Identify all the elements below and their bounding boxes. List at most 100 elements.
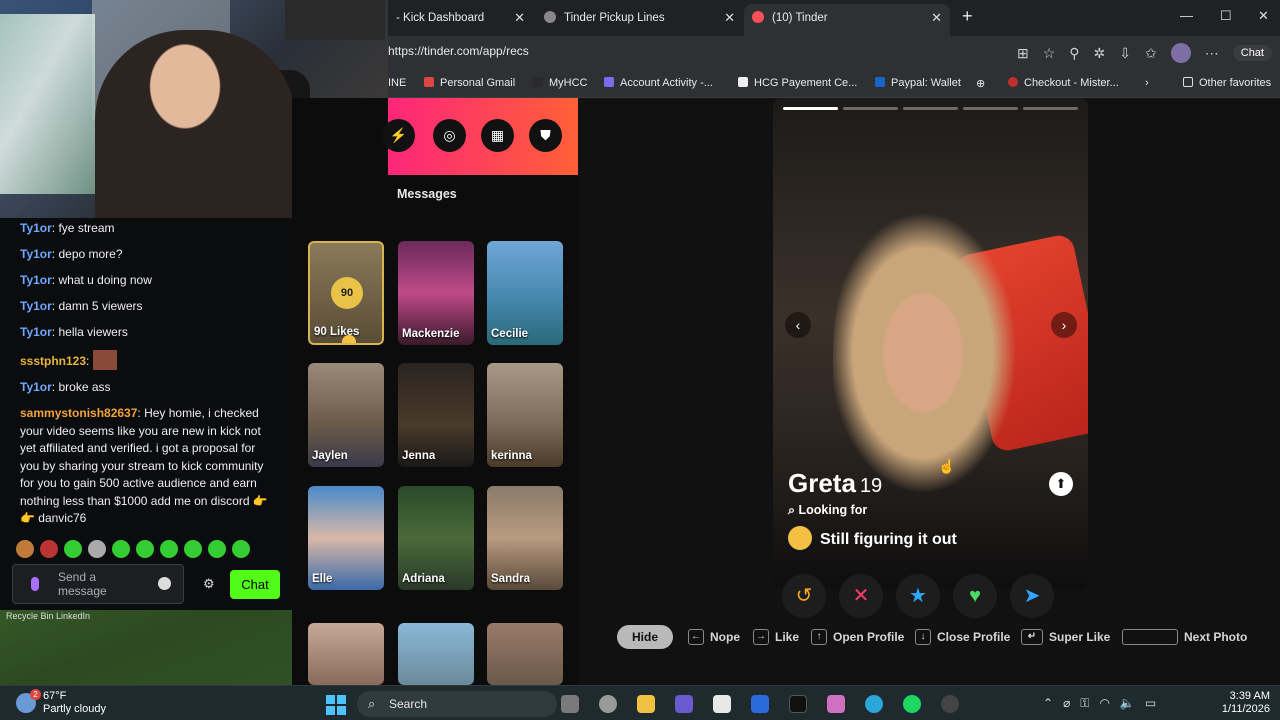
obs-icon[interactable]: [941, 695, 959, 713]
bookmark-item[interactable]: HCG Payement Ce...: [738, 77, 857, 89]
tab-kick-dashboard[interactable]: - Kick Dashboard ✕: [388, 4, 533, 36]
match-card[interactable]: Adriana: [398, 486, 474, 590]
store-icon[interactable]: [713, 695, 731, 713]
network-off-icon[interactable]: ⌀: [1063, 696, 1070, 711]
tab-tinder[interactable]: (10) Tinder ✕: [744, 4, 950, 36]
gear-icon[interactable]: ⚙: [203, 576, 215, 592]
boost-icon[interactable]: ⚡: [382, 119, 415, 152]
open-profile-icon[interactable]: ⬆: [1049, 472, 1073, 496]
location-icon[interactable]: ⚲: [1069, 45, 1079, 62]
likes-card[interactable]: 90 90 Likes: [308, 241, 384, 345]
match-card[interactable]: [308, 623, 384, 685]
safety-shield-icon[interactable]: ⛊: [529, 119, 562, 152]
chat-username[interactable]: Ty1or: [20, 221, 52, 235]
match-card[interactable]: Jaylen: [308, 363, 384, 467]
match-card[interactable]: Mackenzie: [398, 241, 474, 345]
microphone-icon[interactable]: [31, 577, 39, 591]
super-like-button[interactable]: ★: [896, 574, 940, 618]
emoji-icon[interactable]: [158, 577, 171, 590]
favorite-star-icon[interactable]: ☆: [1043, 45, 1056, 62]
close-window-button[interactable]: ✕: [1258, 8, 1269, 24]
nope-button[interactable]: ✕: [839, 574, 883, 618]
bookmark-item[interactable]: Checkout - Mister...: [1008, 77, 1119, 89]
close-icon[interactable]: ✕: [514, 4, 525, 32]
maximize-button[interactable]: ☐: [1220, 8, 1232, 24]
copilot-chat-button[interactable]: Chat: [1232, 45, 1272, 61]
boost-send-button[interactable]: ➤: [1010, 574, 1054, 618]
emote-icon[interactable]: [184, 540, 202, 558]
edge-icon[interactable]: [865, 695, 883, 713]
profile-card[interactable]: ‹ › Greta 19 ⬆ ⌕ Looking for Still figuri…: [773, 98, 1088, 588]
tab-tinder-pickup-lines[interactable]: Tinder Pickup Lines ✕: [536, 4, 743, 36]
like-button[interactable]: ♥: [953, 574, 997, 618]
hide-shortcuts-button[interactable]: Hide: [617, 625, 673, 649]
defender-icon[interactable]: [751, 695, 769, 713]
chat-username[interactable]: Ty1or: [20, 299, 52, 313]
chevron-right-icon[interactable]: ›: [1145, 77, 1149, 89]
explore-compass-icon[interactable]: ◎: [433, 119, 466, 152]
tiktok-icon[interactable]: [789, 695, 807, 713]
previous-photo-arrow[interactable]: ‹: [785, 312, 811, 338]
bookmark-item[interactable]: Personal Gmail: [424, 77, 515, 89]
chat-input[interactable]: Send a message: [12, 564, 184, 604]
chat-username[interactable]: Ty1or: [20, 273, 52, 287]
match-card[interactable]: Sandra: [487, 486, 563, 590]
other-favorites[interactable]: Other favorites: [1183, 77, 1271, 89]
teams-icon[interactable]: [675, 695, 693, 713]
emote-icon[interactable]: [160, 540, 178, 558]
emote-icon[interactable]: [16, 540, 34, 558]
emote-icon[interactable]: [64, 540, 82, 558]
match-card[interactable]: kerinna: [487, 363, 563, 467]
emote-icon[interactable]: [208, 540, 226, 558]
messages-tab[interactable]: Messages: [397, 187, 457, 201]
chat-send-button[interactable]: Chat: [230, 570, 280, 599]
taskbar-search[interactable]: ⌕ Search: [357, 691, 557, 717]
close-icon[interactable]: ✕: [931, 4, 942, 32]
new-tab-button[interactable]: +: [962, 6, 973, 27]
passport-icon[interactable]: ▦: [481, 119, 514, 152]
vpn-icon[interactable]: ⚿: [1080, 696, 1089, 711]
bookmark-item[interactable]: MyHCC: [533, 77, 588, 89]
chat-username[interactable]: Ty1or: [20, 247, 52, 261]
bookmark-item[interactable]: Account Activity -...: [604, 77, 713, 89]
match-card[interactable]: Elle: [308, 486, 384, 590]
emote-icon[interactable]: [112, 540, 130, 558]
bookmark-item[interactable]: INE: [388, 77, 406, 89]
globe-bookmark-icon[interactable]: ⊕: [976, 77, 985, 90]
chat-username[interactable]: sammystonish82637: [20, 406, 137, 420]
emote-icon[interactable]: [40, 540, 58, 558]
match-card[interactable]: Cecilie: [487, 241, 563, 345]
emote-icon[interactable]: [232, 540, 250, 558]
start-button[interactable]: [326, 695, 346, 715]
battery-icon[interactable]: ▭: [1145, 696, 1156, 711]
close-icon[interactable]: ✕: [724, 4, 735, 32]
settings-icon[interactable]: [599, 695, 617, 713]
downloads-icon[interactable]: ⇩: [1119, 45, 1131, 62]
url-field[interactable]: https://tinder.com/app/recs: [388, 44, 529, 58]
match-card[interactable]: Jenna: [398, 363, 474, 467]
emote-icon[interactable]: [88, 540, 106, 558]
clock[interactable]: 3:39 AM 1/11/2026: [1222, 690, 1270, 716]
file-explorer-icon[interactable]: [637, 695, 655, 713]
minimize-button[interactable]: —: [1180, 8, 1193, 23]
chat-username[interactable]: Ty1or: [20, 325, 52, 339]
extensions-icon[interactable]: ✲: [1094, 45, 1106, 62]
spotify-icon[interactable]: [903, 695, 921, 713]
favorites-icon[interactable]: ✩: [1145, 45, 1157, 62]
profile-avatar[interactable]: [1170, 43, 1191, 63]
next-photo-arrow[interactable]: ›: [1051, 312, 1077, 338]
volume-icon[interactable]: 🔈: [1120, 696, 1135, 711]
chevron-up-icon[interactable]: ⌃: [1043, 696, 1053, 711]
wifi-icon[interactable]: ◠: [1099, 696, 1109, 711]
copilot-icon[interactable]: [827, 695, 845, 713]
match-card[interactable]: [398, 623, 474, 685]
task-view-icon[interactable]: [561, 695, 579, 713]
more-menu-icon[interactable]: ⋯: [1205, 45, 1219, 62]
chat-username[interactable]: ssstphn123: [20, 354, 86, 368]
rewind-button[interactable]: ↺: [782, 574, 826, 618]
match-card[interactable]: [487, 623, 563, 685]
chat-username[interactable]: Ty1or: [20, 380, 52, 394]
emote-icon[interactable]: [136, 540, 154, 558]
apps-icon[interactable]: ⊞: [1017, 45, 1029, 62]
bookmark-item[interactable]: Paypal: Wallet: [875, 77, 961, 89]
